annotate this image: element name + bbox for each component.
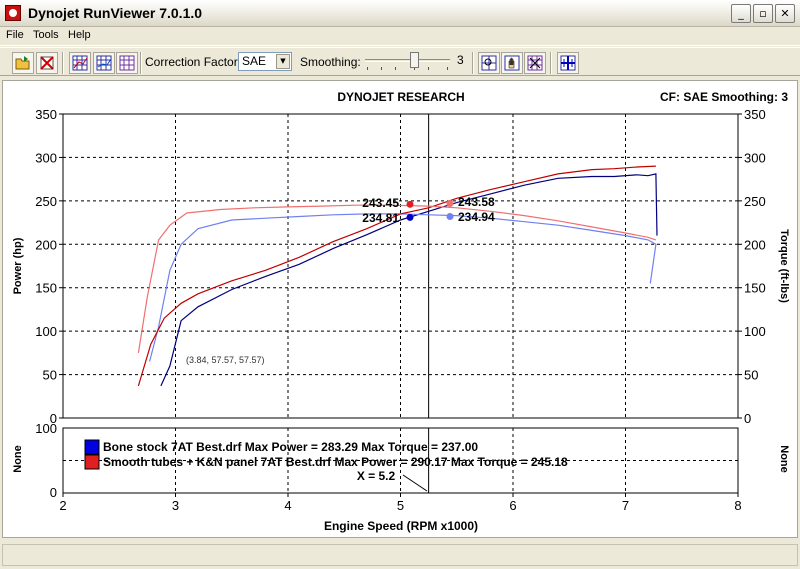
correction-factor-value: SAE bbox=[242, 54, 267, 68]
graph-grid-icon bbox=[119, 55, 135, 71]
legend-swatch-blue bbox=[84, 439, 100, 455]
x-tick-label: 8 bbox=[734, 498, 741, 513]
correction-factor-label: Correction Factor: bbox=[145, 55, 242, 69]
dyno-chart-panel: DYNOJET RESEARCH CF: SAE Smoothing: 3 23… bbox=[2, 80, 798, 538]
window-title: Dynojet RunViewer 7.0.1.0 bbox=[28, 5, 203, 21]
y-tick-label-right: 0 bbox=[744, 411, 751, 426]
x-tick-label: 2 bbox=[59, 498, 66, 513]
crosshair-icon bbox=[560, 55, 576, 71]
pan-hand-icon bbox=[504, 55, 520, 71]
y-tick-label-right: 100 bbox=[744, 324, 766, 339]
x-axis-label: Engine Speed (RPM x1000) bbox=[324, 519, 478, 533]
cursor-button[interactable] bbox=[557, 52, 579, 74]
x-tick-label: 6 bbox=[509, 498, 516, 513]
smoothing-label: Smoothing: bbox=[300, 55, 361, 69]
close-button[interactable]: ✕ bbox=[775, 4, 795, 23]
graph-options-button-3[interactable] bbox=[116, 52, 138, 74]
x-tick-label: 7 bbox=[622, 498, 629, 513]
legend-entry-bone-stock[interactable]: Bone stock 7AT Best.drf Max Power = 283.… bbox=[103, 440, 478, 454]
open-run-button[interactable] bbox=[12, 52, 34, 74]
x-tick-label: 3 bbox=[172, 498, 179, 513]
lower-y-tick-100: 100 bbox=[35, 421, 57, 436]
reset-zoom-button[interactable] bbox=[524, 52, 546, 74]
graph-grid-icon bbox=[96, 55, 112, 71]
cursor-value-blue-torque: 234.94 bbox=[458, 210, 495, 224]
y-axis-label-right: Torque (ft-lbs) bbox=[778, 229, 790, 303]
y-tick-label-right: 250 bbox=[744, 194, 766, 209]
x-tick-label: 5 bbox=[397, 498, 404, 513]
y-tick-label-left: 300 bbox=[35, 150, 57, 165]
menu-tools[interactable]: Tools bbox=[33, 29, 59, 41]
zoom-graph-icon bbox=[481, 55, 497, 71]
menu-bar: File Tools Help bbox=[0, 27, 800, 46]
x-tick-label: 4 bbox=[284, 498, 291, 513]
title-bar: Dynojet RunViewer 7.0.1.0 _ ▫ ✕ bbox=[0, 0, 800, 27]
pan-button[interactable] bbox=[501, 52, 523, 74]
maximize-button[interactable]: ▫ bbox=[753, 4, 773, 23]
smoothing-slider[interactable] bbox=[365, 59, 450, 62]
chart-title: DYNOJET RESEARCH bbox=[337, 90, 464, 104]
reset-graph-icon bbox=[527, 55, 543, 71]
zoom-button[interactable] bbox=[478, 52, 500, 74]
y-tick-label-left: 150 bbox=[35, 281, 57, 296]
chart-status: CF: SAE Smoothing: 3 bbox=[660, 90, 788, 104]
lower-y-axis-label-left: None bbox=[12, 445, 24, 473]
dynojet-app-icon bbox=[5, 5, 21, 21]
y-tick-label-right: 350 bbox=[744, 107, 766, 122]
cursor-value-blue-power: 234.81 bbox=[362, 211, 399, 225]
graph-grid-icon bbox=[72, 55, 88, 71]
cursor-marker-1 bbox=[406, 213, 414, 221]
cursor-value-red-power: 243.45 bbox=[362, 196, 399, 210]
minimize-button[interactable]: _ bbox=[731, 4, 751, 23]
legend-swatch-red bbox=[84, 454, 100, 470]
dyno-chart[interactable]: DYNOJET RESEARCH CF: SAE Smoothing: 3 23… bbox=[3, 81, 797, 537]
menu-file[interactable]: File bbox=[6, 29, 24, 41]
cursor-marker-0 bbox=[406, 200, 414, 208]
open-folder-icon bbox=[15, 56, 30, 70]
cursor-marker-3 bbox=[446, 212, 454, 220]
y-tick-label-left: 200 bbox=[35, 237, 57, 252]
status-bar bbox=[2, 544, 798, 566]
y-tick-label-left: 100 bbox=[35, 324, 57, 339]
lower-y-tick-0: 0 bbox=[50, 485, 57, 500]
dropdown-arrow-icon[interactable]: ▼ bbox=[276, 54, 290, 69]
lower-y-axis-label-right: None bbox=[778, 445, 790, 473]
smoothing-value: 3 bbox=[457, 53, 464, 67]
y-tick-label-left: 250 bbox=[35, 194, 57, 209]
correction-factor-select[interactable]: SAE ▼ bbox=[238, 52, 292, 71]
y-tick-label-right: 300 bbox=[744, 150, 766, 165]
y-tick-label-right: 50 bbox=[744, 368, 758, 383]
graph-options-button-2[interactable] bbox=[93, 52, 115, 74]
cursor-x-readout: X = 5.2 bbox=[357, 469, 396, 483]
cursor-marker-2 bbox=[446, 199, 454, 207]
y-tick-label-left: 350 bbox=[35, 107, 57, 122]
y-axis-label-left: Power (hp) bbox=[12, 237, 24, 294]
cursor-value-red-torque: 243.58 bbox=[458, 195, 495, 209]
remove-run-icon bbox=[40, 56, 54, 70]
remove-run-button[interactable] bbox=[36, 52, 58, 74]
menu-help[interactable]: Help bbox=[68, 29, 91, 41]
y-tick-label-right: 200 bbox=[744, 237, 766, 252]
smoothing-slider-thumb[interactable] bbox=[410, 52, 419, 68]
graph-options-button-1[interactable] bbox=[69, 52, 91, 74]
y-tick-label-right: 150 bbox=[744, 281, 766, 296]
legend-entry-smooth-tubes[interactable]: Smooth tubes + K&N panel 7AT Best.drf Ma… bbox=[103, 455, 568, 469]
hover-readout: (3.84, 57.57, 57.57) bbox=[186, 355, 265, 365]
y-tick-label-left: 50 bbox=[43, 368, 57, 383]
